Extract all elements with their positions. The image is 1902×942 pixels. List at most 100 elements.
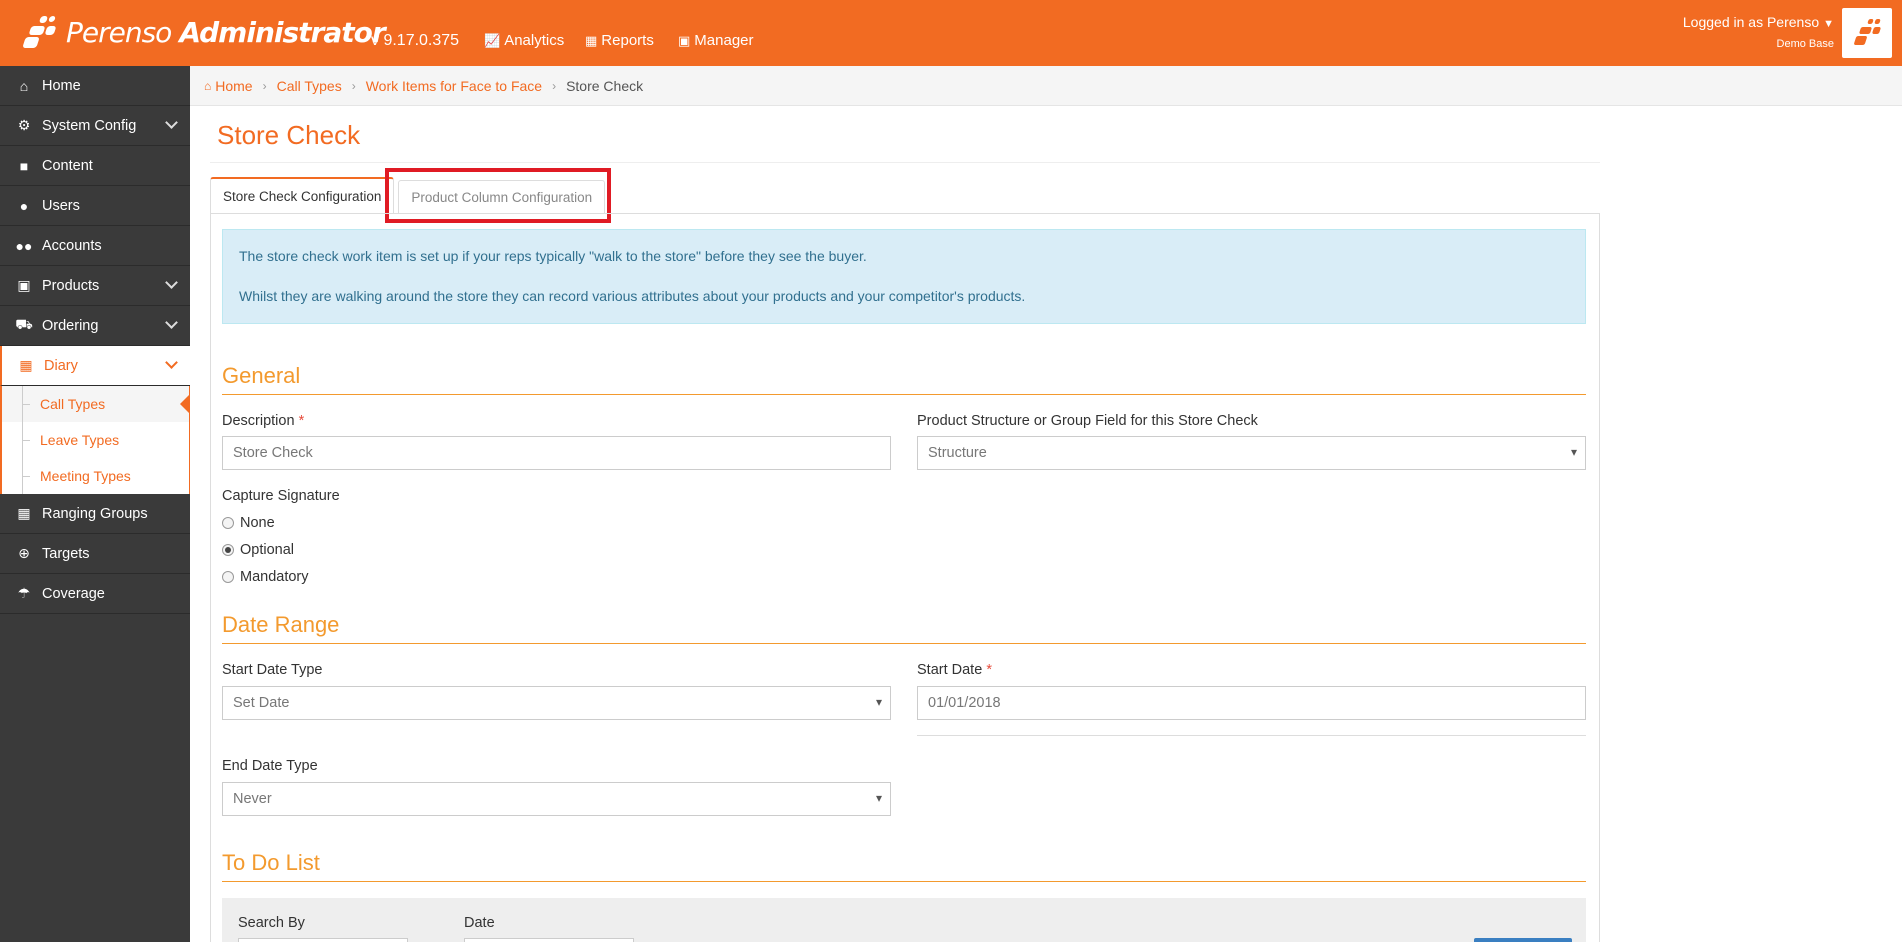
structure-select[interactable]: Structure xyxy=(917,436,1586,470)
gear-icon: ⚙ xyxy=(17,117,31,133)
perenso-logo[interactable]: Perenso Administrator xyxy=(22,12,386,52)
tab-bar: Store Check Configuration Product Column… xyxy=(210,177,609,214)
breadcrumb-work-items[interactable]: Work Items for Face to Face xyxy=(366,78,542,94)
tab-store-check-configuration[interactable]: Store Check Configuration xyxy=(210,177,395,214)
sidebar-item-home[interactable]: ⌂ Home xyxy=(0,66,190,106)
info-alert: The store check work item is set up if y… xyxy=(222,229,1586,324)
breadcrumb-separator: › xyxy=(351,78,356,93)
chevron-down-icon xyxy=(165,356,178,369)
sidebar-item-products[interactable]: ▣ Products xyxy=(0,266,190,306)
breadcrumb-current: Store Check xyxy=(566,77,644,94)
user-icon: ● xyxy=(19,197,29,214)
section-divider xyxy=(222,394,1586,395)
chevron-down-icon xyxy=(165,316,178,329)
sidebar-item-targets[interactable]: ⊕ Targets xyxy=(0,534,190,574)
submenu-item-call-types[interactable]: Call Types xyxy=(2,386,190,422)
cubes-icon: ▦ xyxy=(17,505,31,521)
signature-option-optional[interactable]: Optional xyxy=(222,542,294,558)
sidebar-item-ordering[interactable]: ⛟ Ordering xyxy=(0,306,190,346)
chevron-down-icon xyxy=(165,276,178,289)
home-icon: ⌂ xyxy=(204,78,212,93)
sidebar-item-label: Products xyxy=(42,277,100,294)
avatar[interactable] xyxy=(1842,8,1892,58)
radio-label: Mandatory xyxy=(240,569,309,585)
description-input[interactable]: Store Check xyxy=(222,436,891,470)
nav-manager[interactable]: ▣ Manager xyxy=(678,32,754,49)
nav-reports-label: Reports xyxy=(601,32,654,49)
briefcase-icon: ▣ xyxy=(678,32,691,48)
submenu-item-label: Leave Types xyxy=(40,432,120,448)
sidebar-item-label: Home xyxy=(42,77,81,94)
section-heading-todo-list: To Do List xyxy=(222,850,320,875)
sidebar-item-label: Diary xyxy=(44,357,78,374)
nav-reports[interactable]: ▦ Reports xyxy=(585,32,654,49)
brand-product: Administrator xyxy=(179,15,385,49)
chart-icon: 📈 xyxy=(484,32,501,48)
section-heading-general: General xyxy=(222,363,301,388)
search-by-select[interactable] xyxy=(238,938,408,942)
perenso-logo-icon xyxy=(22,14,60,50)
file-icon: ■ xyxy=(19,157,29,174)
radio-button[interactable] xyxy=(222,544,234,556)
submenu-item-label: Call Types xyxy=(40,396,106,412)
submenu-item-label: Meeting Types xyxy=(40,468,131,484)
sidebar-item-label: Coverage xyxy=(42,585,105,602)
breadcrumb-call-types[interactable]: Call Types xyxy=(277,78,342,94)
sidebar-item-ranging-groups[interactable]: ▦ Ranging Groups xyxy=(0,494,190,534)
sidebar-item-label: Accounts xyxy=(42,237,102,254)
divider xyxy=(917,735,1586,736)
section-divider xyxy=(222,643,1586,644)
sidebar: ⌂ Home ⚙ System Config ■ Content ● Users… xyxy=(0,66,190,942)
sidebar-item-label: System Config xyxy=(42,117,137,134)
start-date-input[interactable]: 01/01/2018 xyxy=(917,686,1586,720)
sidebar-item-system-config[interactable]: ⚙ System Config xyxy=(0,106,190,146)
sidebar-item-label: Users xyxy=(42,197,80,214)
start-date-type-select[interactable]: Set Date xyxy=(222,686,891,720)
nav-analytics-label: Analytics xyxy=(504,32,565,49)
sidebar-item-accounts[interactable]: ●● Accounts xyxy=(0,226,190,266)
required-marker: * xyxy=(298,413,305,429)
cart-icon: ⛟ xyxy=(15,316,33,332)
breadcrumb-separator: › xyxy=(262,78,267,93)
caret-down-icon: ▼ xyxy=(1823,18,1834,30)
search-by-label: Search By xyxy=(238,915,305,931)
submenu-item-meeting-types[interactable]: Meeting Types xyxy=(2,458,189,494)
search-button[interactable] xyxy=(1474,938,1572,942)
date-filter-input[interactable] xyxy=(464,938,634,942)
brand-name: Perenso xyxy=(66,15,172,49)
date-filter-label: Date xyxy=(464,915,495,931)
signature-option-none[interactable]: None xyxy=(222,515,275,531)
title-divider xyxy=(210,162,1600,163)
section-heading-date-range: Date Range xyxy=(222,612,340,637)
sidebar-item-users[interactable]: ● Users xyxy=(0,186,190,226)
submenu-item-leave-types[interactable]: Leave Types xyxy=(2,422,189,458)
active-marker xyxy=(180,394,190,414)
signature-option-mandatory[interactable]: Mandatory xyxy=(222,569,309,585)
sidebar-item-content[interactable]: ■ Content xyxy=(0,146,190,186)
chevron-down-icon xyxy=(165,116,178,129)
page-title: Store Check xyxy=(217,120,361,150)
home-icon: ⌂ xyxy=(19,77,29,94)
nav-analytics[interactable]: 📈 Analytics xyxy=(484,32,564,49)
sidebar-item-label: Targets xyxy=(42,545,90,562)
sidebar-item-diary[interactable]: ▦ Diary xyxy=(0,346,190,386)
user-menu[interactable]: Logged in as Perenso ▼ Demo Base xyxy=(1683,14,1834,50)
radio-button[interactable] xyxy=(222,517,234,529)
nav-manager-label: Manager xyxy=(694,32,754,49)
radio-label: Optional xyxy=(240,542,295,558)
radio-label: None xyxy=(240,515,275,531)
radio-button[interactable] xyxy=(222,571,234,583)
user-base-label: Demo Base xyxy=(1776,38,1834,50)
end-date-type-label: End Date Type xyxy=(222,758,318,774)
end-date-type-select[interactable]: Never xyxy=(222,782,891,816)
breadcrumb: ⌂ Home › Call Types › Work Items for Fac… xyxy=(190,66,1902,106)
version-label: v 9.17.0.375 xyxy=(371,32,460,49)
section-divider xyxy=(222,881,1586,882)
capture-signature-label: Capture Signature xyxy=(222,488,340,504)
logged-in-label: Logged in as Perenso xyxy=(1682,14,1820,30)
breadcrumb-home[interactable]: Home xyxy=(215,78,252,94)
info-text: Whilst they are walking around the store… xyxy=(239,288,1026,304)
tab-product-column-configuration[interactable]: Product Column Configuration xyxy=(398,180,606,214)
umbrella-icon: ☂ xyxy=(17,585,31,601)
sidebar-item-coverage[interactable]: ☂ Coverage xyxy=(0,574,190,614)
